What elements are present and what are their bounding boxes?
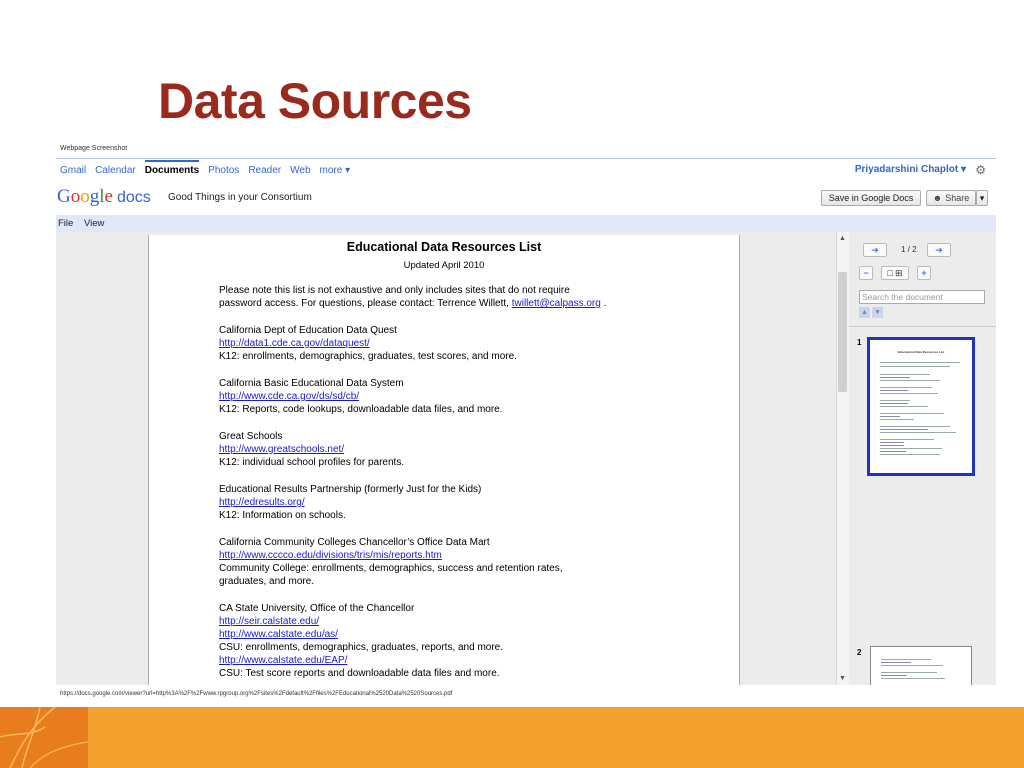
page-thumbnail-1[interactable]: Educational Data Resources List xyxy=(867,337,975,476)
document-updated: Updated April 2010 xyxy=(403,260,485,271)
document-title: Good Things in your Consortium xyxy=(168,192,312,203)
scroll-up-arrow-icon[interactable]: ▲ xyxy=(839,235,846,242)
intro-line-1: Please note this list is not exhaustive … xyxy=(219,285,570,296)
gbar-link-web[interactable]: Web xyxy=(290,165,310,176)
zoom-in-button[interactable]: + xyxy=(917,266,931,280)
intro-line-2: password access. For questions, please c… xyxy=(219,298,606,309)
minus-icon: − xyxy=(863,268,869,278)
entry-desc: Community College: enrollments, demograp… xyxy=(219,563,563,574)
zoom-out-button[interactable]: − xyxy=(859,266,873,280)
search-prev-icon[interactable]: ▲ xyxy=(859,307,870,318)
screenshot-label: Webpage Screenshot xyxy=(60,145,128,152)
thumbnail-title: Educational Data Resources List xyxy=(897,350,945,354)
docs-header: Google docs Good Things in your Consortiu… xyxy=(56,181,996,215)
decorative-swirl-icon xyxy=(0,707,88,768)
email-link[interactable]: twillett@calpass.org xyxy=(512,298,601,309)
save-in-google-docs-button[interactable]: Save in Google Docs xyxy=(821,190,921,206)
slide-title: Data Sources xyxy=(158,73,472,129)
share-icon: ☻ xyxy=(932,193,943,203)
grid-view-icon: ⊞ xyxy=(894,267,903,278)
scroll-down-arrow-icon[interactable]: ▼ xyxy=(839,675,846,682)
single-page-icon: □ xyxy=(887,268,893,278)
document-heading: Educational Data Resources List xyxy=(346,240,542,254)
entry-desc: CSU: enrollments, demographics, graduate… xyxy=(219,642,504,653)
arrow-left-icon: ➔ xyxy=(871,244,879,255)
thumbnail-number: 1 xyxy=(857,338,862,347)
logo-docs-text: docs xyxy=(116,189,151,206)
entry-desc: CSU: Test score reports and downloadable… xyxy=(219,668,500,679)
sidebar-divider xyxy=(849,326,996,327)
search-next-icon[interactable]: ▼ xyxy=(872,307,883,318)
entry-link[interactable]: http://www.cde.ca.gov/ds/sd/cb/ xyxy=(219,391,359,402)
intro-suffix: . xyxy=(600,298,607,309)
entry-link[interactable]: http://www.calstate.edu/as/ xyxy=(219,629,338,640)
gbar-link-more[interactable]: more ▾ xyxy=(320,165,351,176)
entry-link[interactable]: http://edresults.org/ xyxy=(219,497,305,508)
menu-view[interactable]: View xyxy=(84,218,104,229)
menu-bar: File View xyxy=(56,215,996,232)
thumbnail-number: 2 xyxy=(857,648,862,657)
thumbnail-sidebar: ➔ 1 / 2 ➔ − □ ⊞ + Search the document ▲ ▼… xyxy=(849,232,996,685)
document-scrollbar[interactable]: ▲ ▼ xyxy=(836,232,849,685)
entry-desc: K12: Reports, code lookups, downloadable… xyxy=(219,404,503,415)
browser-screenshot: Gmail Calendar Documents Photos Reader W… xyxy=(56,158,996,685)
intro-text: password access. For questions, please c… xyxy=(219,298,512,309)
google-bar: Gmail Calendar Documents Photos Reader W… xyxy=(56,158,996,182)
view-mode-toggle[interactable]: □ ⊞ xyxy=(881,266,909,280)
gbar-link-documents[interactable]: Documents xyxy=(144,159,200,176)
gbar-link-reader[interactable]: Reader xyxy=(248,165,281,176)
entry-name: California Basic Educational Data System xyxy=(219,378,404,389)
entry-link[interactable]: http://data1.cde.ca.gov/dataquest/ xyxy=(219,338,370,349)
share-dropdown-button[interactable]: ▾ xyxy=(976,190,988,206)
entry-desc: K12: Information on schools. xyxy=(219,510,346,521)
entry-name: California Community Colleges Chancellor… xyxy=(219,537,490,548)
page-thumbnail-2[interactable] xyxy=(870,646,972,685)
entry-desc: K12: individual school profiles for pare… xyxy=(219,457,405,468)
footer-logo xyxy=(0,707,88,768)
entry-name: Educational Results Partnership (formerl… xyxy=(219,484,482,495)
share-button[interactable]: ☻ Share xyxy=(926,190,976,206)
google-bar-links: Gmail Calendar Documents Photos Reader W… xyxy=(60,159,359,181)
entry-desc-continued: graduates, and more. xyxy=(219,576,315,587)
entry-name: California Dept of Education Data Quest xyxy=(219,325,397,336)
footer-band xyxy=(0,707,1024,768)
document-page: Educational Data Resources List Updated … xyxy=(148,235,740,685)
arrow-right-icon: ➔ xyxy=(935,244,943,255)
google-docs-logo[interactable]: Google docs xyxy=(57,186,151,208)
gbar-link-photos[interactable]: Photos xyxy=(208,165,239,176)
entry-desc: K12: enrollments, demographics, graduate… xyxy=(219,351,517,362)
entry-link[interactable]: http://www.calstate.edu/EAP/ xyxy=(219,655,347,666)
plus-icon: + xyxy=(921,268,927,278)
next-page-button[interactable]: ➔ xyxy=(927,243,951,257)
user-menu[interactable]: Priyadarshini Chaplot ▾ xyxy=(855,164,966,175)
entry-name: CA State University, Office of the Chanc… xyxy=(219,603,415,614)
entry-link[interactable]: http://www.greatschools.net/ xyxy=(219,444,344,455)
page-url-caption: https://docs.google.com/viewer?url=http%… xyxy=(60,691,453,697)
menu-file[interactable]: File xyxy=(58,218,73,229)
gbar-link-calendar[interactable]: Calendar xyxy=(95,165,136,176)
entry-name: Great Schools xyxy=(219,431,283,442)
share-label: Share xyxy=(945,193,970,203)
gbar-link-gmail[interactable]: Gmail xyxy=(60,165,86,176)
gear-icon[interactable]: ⚙ xyxy=(975,163,986,177)
entry-link[interactable]: http://seir.calstate.edu/ xyxy=(219,616,319,627)
scrollbar-thumb[interactable] xyxy=(838,272,847,392)
search-document-input[interactable]: Search the document xyxy=(859,290,985,304)
previous-page-button[interactable]: ➔ xyxy=(863,243,887,257)
page-indicator: 1 / 2 xyxy=(901,245,917,254)
entry-link[interactable]: http://www.cccco.edu/divisions/tris/mis/… xyxy=(219,550,442,561)
